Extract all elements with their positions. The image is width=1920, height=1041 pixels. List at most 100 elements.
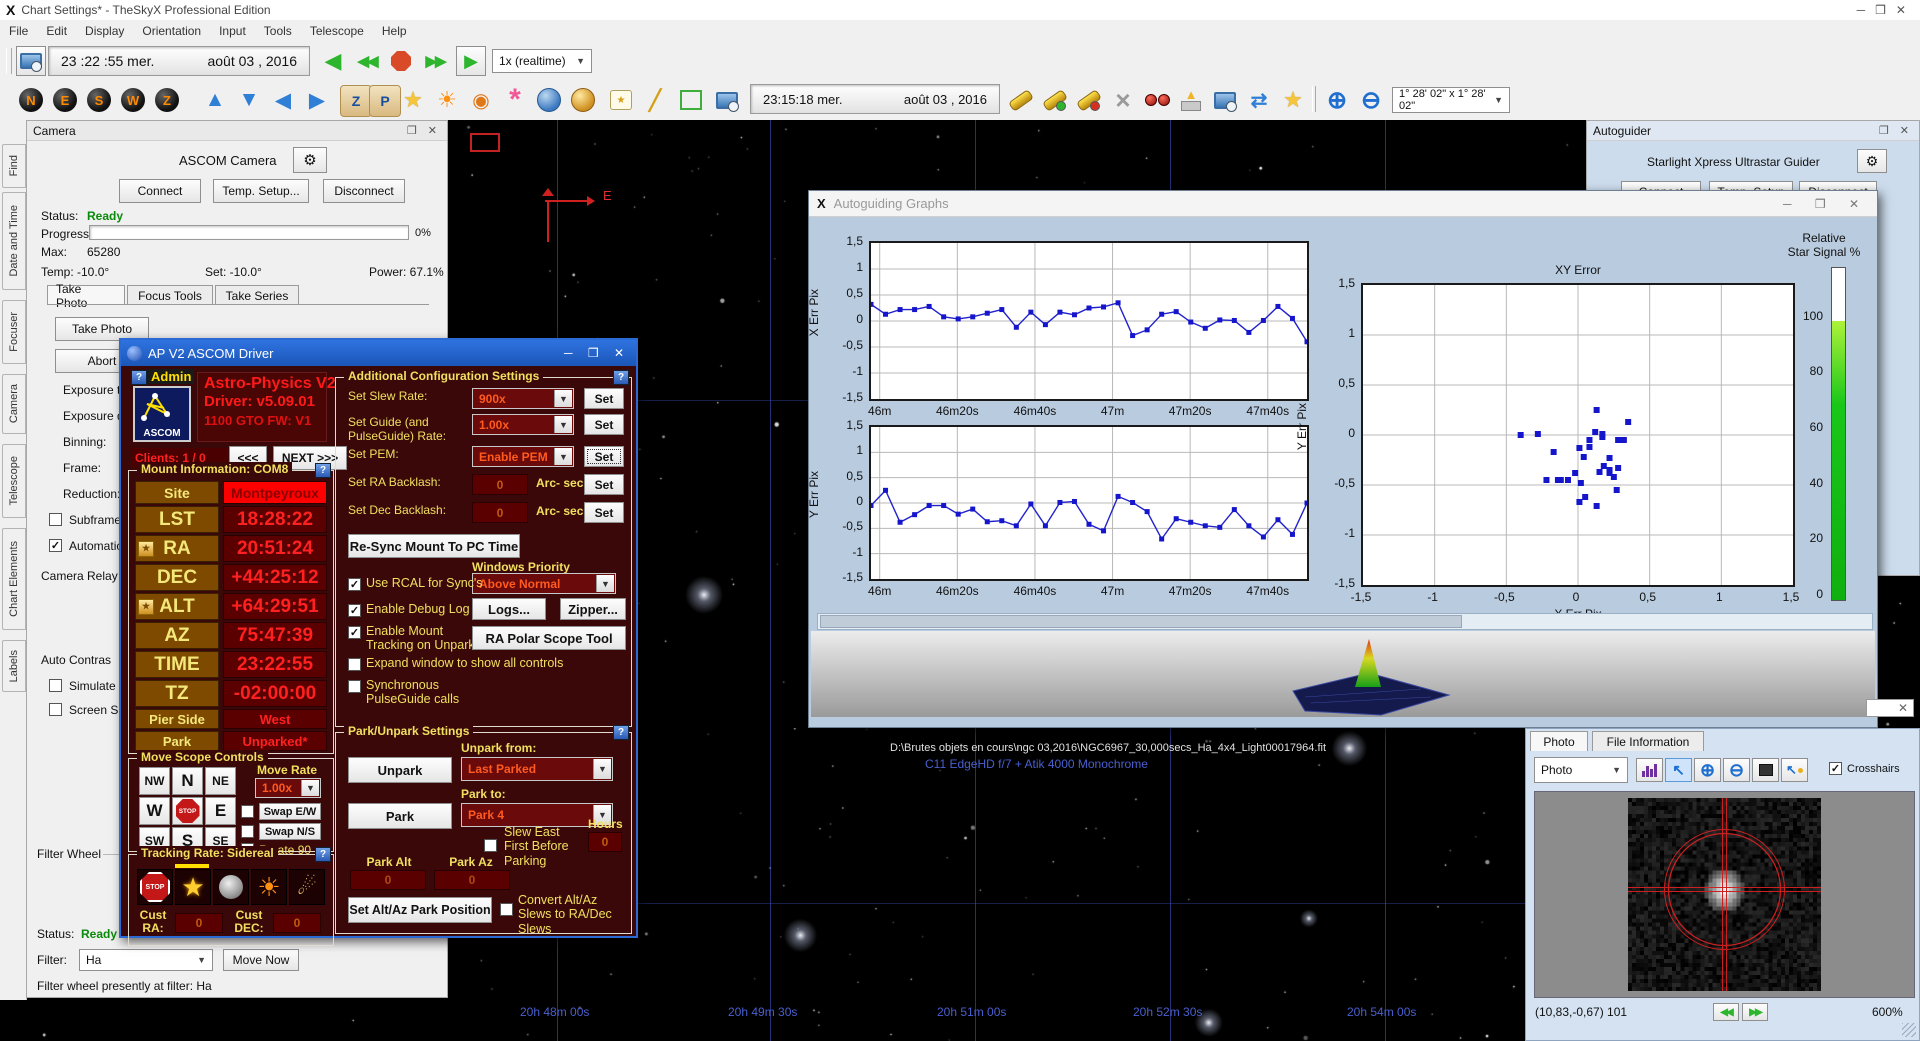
fov-frame-icon[interactable] (676, 85, 706, 115)
comet-rate-icon[interactable]: ☄ (289, 869, 325, 905)
hours-input[interactable]: 0 (588, 832, 622, 852)
guider-settings-gear-icon[interactable]: ⚙ (1857, 149, 1887, 173)
move-rate-select[interactable]: 1.00x▼ (255, 778, 321, 798)
config-checkbox[interactable]: ✓ (348, 604, 361, 617)
pan-down-icon[interactable]: ▼ (234, 85, 264, 115)
automatic-checkbox[interactable]: ✓ (49, 539, 62, 552)
find-star-icon[interactable]: ★ (1278, 85, 1308, 115)
ap-window-titlebar[interactable]: AP V2 ASCOM Driver ─ ❒ ✕ (121, 340, 636, 366)
time-monitor-icon[interactable] (712, 85, 742, 115)
menu-input[interactable]: Input (210, 24, 255, 38)
horizon-figure-icon[interactable]: Z (340, 85, 372, 117)
config-select[interactable]: 1.00x▼ (472, 414, 574, 435)
time-skip-icon[interactable] (16, 46, 46, 76)
move-nw-button[interactable]: NW (139, 767, 170, 795)
chart-time-display[interactable]: 23 :22 :55 mer. août 03 , 2016 (48, 46, 310, 76)
sidebar-tab-camera[interactable]: Camera (2, 374, 26, 434)
measure-tool-icon[interactable]: ╱ (640, 85, 670, 115)
photo-view-select[interactable]: Photo ▼ (1534, 757, 1628, 783)
disconnect-button[interactable]: Disconnect (323, 179, 405, 203)
unpark-from-select[interactable]: Last Parked▼ (461, 757, 613, 781)
sky-globe-icon[interactable] (568, 85, 598, 115)
graphs-window-controls[interactable]: ─ ❒ ✕ (1783, 197, 1869, 211)
pan-up-icon[interactable]: ▲ (200, 85, 230, 115)
crosshairs-toggle[interactable]: ✓ Crosshairs (1829, 762, 1900, 775)
zoom-out-icon[interactable]: ⊖ (1356, 85, 1386, 115)
move-ne-button[interactable]: NE (205, 767, 236, 795)
menu-tools[interactable]: Tools (255, 24, 301, 38)
config-checkbox[interactable] (348, 680, 361, 693)
simulate-checkbox[interactable] (49, 679, 62, 692)
pointer-tool-icon[interactable]: ↖ (1665, 758, 1692, 782)
help-icon[interactable]: ? (315, 463, 331, 478)
config-input[interactable]: 0 (472, 474, 528, 495)
toolbar-grip[interactable] (6, 48, 12, 74)
cust-ra-input[interactable]: 0 (175, 913, 223, 933)
help-icon[interactable]: ? (315, 847, 331, 862)
stop-button[interactable]: STOP (172, 797, 203, 825)
autoguider-panel-header[interactable]: Autoguider ❐ ✕ (1587, 121, 1919, 141)
move-now-button[interactable]: Move Now (223, 949, 299, 971)
export-image-icon[interactable]: ▲ (1176, 85, 1206, 115)
panel-dock-icons[interactable]: ❐ ✕ (1879, 124, 1913, 137)
sidebar-tab-chart-elements[interactable]: Chart Elements (2, 528, 26, 630)
zoom-out-icon[interactable]: ⊖ (1723, 758, 1750, 782)
sidebar-tab-focuser[interactable]: Focuser (2, 300, 26, 364)
set-button[interactable]: Set (584, 502, 624, 523)
ap-window-controls[interactable]: ─ ❒ ✕ (564, 346, 630, 360)
guide-image-area[interactable] (1534, 791, 1915, 998)
set-button[interactable]: Set (584, 414, 624, 435)
sun-icon[interactable]: ☀ (432, 85, 462, 115)
swap-ns-checkbox[interactable] (241, 825, 254, 838)
park-az-input[interactable]: 0 (434, 870, 510, 890)
sidebar-tab-date-and-time[interactable]: Date and Time (2, 192, 26, 290)
set-button[interactable]: Set (584, 474, 624, 495)
zoom-in-icon[interactable]: ⊕ (1694, 758, 1721, 782)
tab-file-information[interactable]: File Information (1592, 731, 1704, 751)
menu-file[interactable]: File (0, 24, 37, 38)
help-icon[interactable]: ? (613, 725, 629, 740)
polar-scope-button[interactable]: RA Polar Scope Tool (472, 626, 626, 650)
pole-figure-icon[interactable]: P (369, 85, 401, 117)
menu-orientation[interactable]: Orientation (133, 24, 210, 38)
subframe-checkbox[interactable] (49, 513, 62, 526)
scope-track-off-icon[interactable] (1074, 85, 1104, 115)
chevron-down-icon[interactable]: ▼ (554, 448, 572, 465)
unpark-button[interactable]: Unpark (348, 757, 452, 783)
scrollbar-thumb[interactable] (820, 615, 1462, 628)
config-checkbox[interactable] (348, 658, 361, 671)
config-input[interactable]: 0 (472, 502, 528, 523)
run-forward-button[interactable]: ▶▶ (420, 46, 450, 76)
sidebar-tab-find[interactable]: Find (2, 144, 26, 188)
nebula-icon[interactable]: * (500, 85, 530, 115)
abort-slew-icon[interactable]: × (1108, 85, 1138, 115)
window-controls[interactable]: ─ ❒ ✕ (1857, 3, 1906, 17)
view-east-icon[interactable]: E (50, 85, 80, 115)
chevron-down-icon[interactable]: ▼ (301, 780, 319, 796)
swap-ew-button[interactable]: Swap E/W (259, 803, 321, 820)
set-button[interactable]: Set (584, 446, 624, 467)
config-select[interactable]: 900x▼ (472, 388, 574, 409)
run-backward-button[interactable]: ◀◀ (352, 46, 382, 76)
zoom-in-icon[interactable]: ⊕ (1322, 85, 1352, 115)
stop-clock-button[interactable] (386, 46, 416, 76)
pan-left-icon[interactable]: ◀ (268, 85, 298, 115)
config-checkbox[interactable]: ✓ (348, 578, 361, 591)
previous-image-button[interactable]: ◀◀ (1713, 1003, 1739, 1021)
stop-tracking-icon[interactable]: STOP (137, 869, 173, 905)
graphs-scrollbar[interactable] (817, 613, 1873, 630)
galaxy-icon[interactable]: ◉ (466, 85, 496, 115)
slew-east-checkbox[interactable] (484, 839, 497, 852)
move-n-button[interactable]: N (172, 767, 203, 795)
move-e-button[interactable]: E (205, 797, 236, 825)
menu-display[interactable]: Display (76, 24, 133, 38)
connect-button[interactable]: Connect (119, 179, 201, 203)
photo-document-icon[interactable]: ★ (606, 85, 636, 115)
park-button[interactable]: Park (348, 803, 452, 829)
help-icon[interactable]: ? (613, 370, 629, 385)
lunar-moon-icon[interactable] (213, 869, 249, 905)
screen-settings-icon[interactable] (1210, 85, 1240, 115)
sidereal-star-icon[interactable]: ★ (175, 869, 211, 905)
panel-dock-icons[interactable]: ❐ ✕ (407, 124, 441, 137)
menu-telescope[interactable]: Telescope (301, 24, 373, 38)
